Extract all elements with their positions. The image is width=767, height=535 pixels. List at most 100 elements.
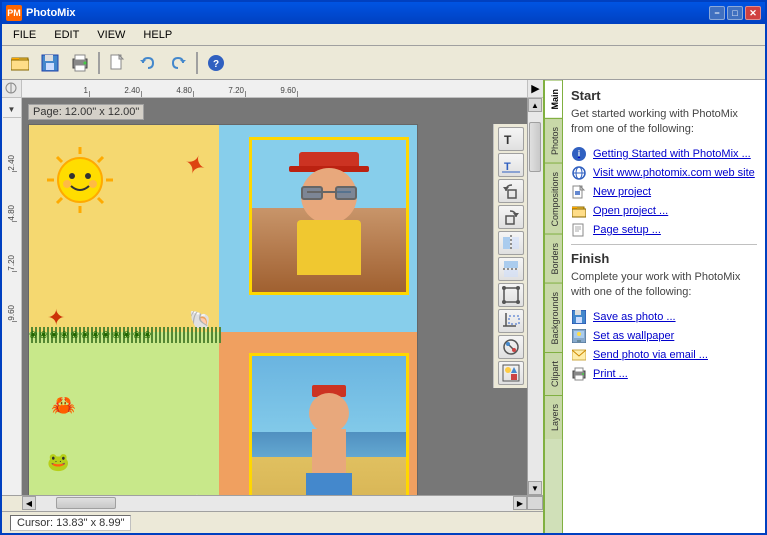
page-setup-icon xyxy=(571,222,587,238)
rt-adjust-btn[interactable] xyxy=(498,335,524,359)
ruler-right-arrow[interactable]: ▶ xyxy=(527,80,543,98)
top-ruler-row: 1 2.40 4.80 7.20 9.60 ▶ xyxy=(2,80,543,98)
link-new-project[interactable]: New project xyxy=(571,184,757,200)
tab-compositions[interactable]: Compositions xyxy=(545,163,562,235)
crab-decoration: 🦀 xyxy=(51,393,76,418)
panel-body: Start Get started working with PhotoMix … xyxy=(563,80,765,533)
toolbar-separator-2 xyxy=(196,52,198,74)
start-desc: Get started working with PhotoMix from o… xyxy=(571,107,757,138)
rt-crop-btn[interactable] xyxy=(498,309,524,333)
tab-backgrounds[interactable]: Backgrounds xyxy=(545,283,562,353)
photo-1[interactable] xyxy=(249,137,409,295)
link-open-project-label: Open project ... xyxy=(593,205,668,217)
title-bar-left: PM PhotoMix xyxy=(6,5,76,21)
menu-view[interactable]: VIEW xyxy=(88,26,134,44)
canvas-body: ▼ 2.40 4.80 7.20 xyxy=(2,98,543,495)
rt-effects-btn[interactable] xyxy=(498,361,524,385)
link-save-photo[interactable]: Save as photo ... xyxy=(571,309,757,325)
ruler-mark-5: 9.60 xyxy=(246,86,298,97)
rt-text2-btn[interactable]: T xyxy=(498,153,524,177)
toolbar-open-btn[interactable] xyxy=(6,50,34,76)
svg-text:T: T xyxy=(504,161,511,173)
toolbar-new-btn[interactable] xyxy=(104,50,132,76)
sun-decoration xyxy=(43,143,118,218)
scroll-corner xyxy=(527,496,543,510)
vertical-tab-strip: Main Photos Compositions Borders Backgro… xyxy=(545,80,563,533)
link-print-label: Print ... xyxy=(593,368,628,380)
tab-main[interactable]: Main xyxy=(545,80,562,118)
link-website[interactable]: Visit www.photomix.com web site xyxy=(571,165,757,181)
right-panel: Main Photos Compositions Borders Backgro… xyxy=(543,80,765,533)
link-page-setup-label: Page setup ... xyxy=(593,224,661,236)
svg-text:?: ? xyxy=(213,59,219,70)
maximize-button[interactable]: □ xyxy=(727,6,743,20)
link-email[interactable]: Send photo via email ... xyxy=(571,347,757,363)
ruler-mark-4: 7.20 xyxy=(194,86,246,97)
tab-clipart[interactable]: Clipart xyxy=(545,352,562,395)
panel-divider-1 xyxy=(571,244,757,245)
toolbar-print-btn[interactable] xyxy=(66,50,94,76)
horizontal-ruler: 1 2.40 4.80 7.20 9.60 xyxy=(22,80,527,98)
close-button[interactable]: ✕ xyxy=(745,6,761,20)
scrapbook-page[interactable]: ✦ ✦ 🐚 ❀❀❀❀❀❀❀❀❀❀❀❀ 🦀 🐸 xyxy=(28,124,418,495)
toolbar: ? xyxy=(2,46,765,80)
scroll-track-h xyxy=(36,496,513,511)
tab-borders[interactable]: Borders xyxy=(545,234,562,283)
rt-flip-v-btn[interactable] xyxy=(498,257,524,281)
link-getting-started[interactable]: i Getting Started with PhotoMix ... xyxy=(571,146,757,162)
scroll-down-btn[interactable]: ▼ xyxy=(528,481,542,495)
vertical-scrollbar[interactable]: ▲ ▼ xyxy=(527,98,543,495)
link-page-setup[interactable]: Page setup ... xyxy=(571,222,757,238)
app-title: PhotoMix xyxy=(26,7,76,19)
ruler-mark-3: 4.80 xyxy=(142,86,194,97)
content-area: 1 2.40 4.80 7.20 9.60 ▶ ▼ 2 xyxy=(2,80,765,533)
rt-resize-btn[interactable] xyxy=(498,283,524,307)
toolbar-save-btn[interactable] xyxy=(36,50,64,76)
link-print[interactable]: Print ... xyxy=(571,366,757,382)
menu-bar: FILE EDIT VIEW HELP xyxy=(2,24,765,46)
toolbar-undo-btn[interactable] xyxy=(134,50,162,76)
ruler-mark-2: 2.40 xyxy=(90,86,142,97)
start-section: Start Get started working with PhotoMix … xyxy=(571,88,757,238)
page-label: Page: 12.00" x 12.00" xyxy=(28,104,144,120)
scroll-up-btn[interactable]: ▲ xyxy=(528,98,542,112)
frog-decoration: 🐸 xyxy=(47,452,69,473)
app-icon: PM xyxy=(6,5,22,21)
link-wallpaper-label: Set as wallpaper xyxy=(593,330,674,342)
rt-rotate-left-btn[interactable] xyxy=(498,179,524,203)
scroll-thumb-h[interactable] xyxy=(56,497,116,509)
link-wallpaper[interactable]: Set as wallpaper xyxy=(571,328,757,344)
getting-started-icon: i xyxy=(571,146,587,162)
link-website-label: Visit www.photomix.com web site xyxy=(593,167,755,179)
scroll-right-btn[interactable]: ▶ xyxy=(513,496,527,510)
finish-title: Finish xyxy=(571,251,757,266)
menu-file[interactable]: FILE xyxy=(4,26,45,44)
rt-rotate-right-btn[interactable] xyxy=(498,205,524,229)
scroll-left-btn[interactable]: ◀ xyxy=(22,496,36,510)
tab-photos[interactable]: Photos xyxy=(545,118,562,163)
toolbar-help-btn[interactable]: ? xyxy=(202,50,230,76)
tab-layers[interactable]: Layers xyxy=(545,395,562,439)
tabs-and-panel: Main Photos Compositions Borders Backgro… xyxy=(545,80,765,533)
ruler-top-arrow[interactable]: ▼ xyxy=(3,102,21,118)
vertical-ruler: ▼ 2.40 4.80 7.20 xyxy=(2,98,22,495)
ruler-mark-1: 1 xyxy=(38,86,90,97)
toolbar-redo-btn[interactable] xyxy=(164,50,192,76)
link-getting-started-label: Getting Started with PhotoMix ... xyxy=(593,148,751,160)
title-buttons: − □ ✕ xyxy=(709,6,761,20)
minimize-button[interactable]: − xyxy=(709,6,725,20)
menu-edit[interactable]: EDIT xyxy=(45,26,88,44)
rt-text-btn[interactable]: T xyxy=(498,127,524,151)
canvas-area[interactable]: Page: 12.00" x 12.00" xyxy=(22,98,527,495)
new-project-icon xyxy=(571,184,587,200)
v-ruler-mark-4: 9.60 xyxy=(7,272,16,322)
scroll-thumb-v[interactable] xyxy=(529,122,541,172)
finish-section: Finish Complete your work with PhotoMix … xyxy=(571,251,757,382)
shell-2: 🐚 xyxy=(194,493,214,495)
menu-help[interactable]: HELP xyxy=(134,26,181,44)
link-open-project[interactable]: Open project ... xyxy=(571,203,757,219)
open-project-icon xyxy=(571,203,587,219)
photo-2[interactable] xyxy=(249,353,409,495)
rt-flip-h-btn[interactable] xyxy=(498,231,524,255)
link-save-photo-label: Save as photo ... xyxy=(593,311,676,323)
